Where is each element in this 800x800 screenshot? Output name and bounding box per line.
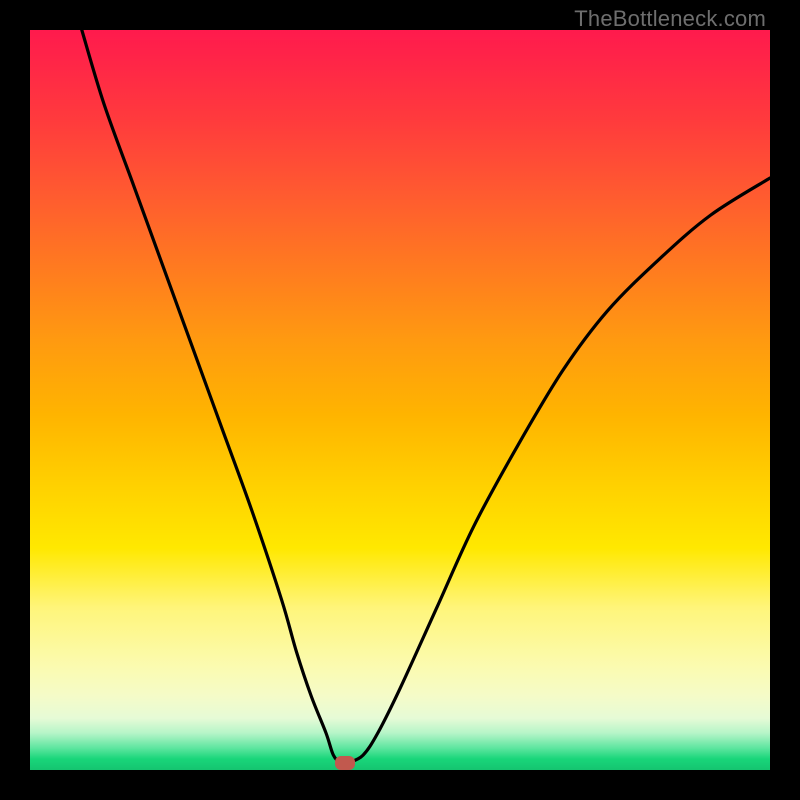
- bottleneck-curve: [82, 30, 770, 764]
- curve-svg: [30, 30, 770, 770]
- minimum-marker: [335, 756, 355, 770]
- watermark-text: TheBottleneck.com: [574, 6, 766, 32]
- chart-frame: TheBottleneck.com: [0, 0, 800, 800]
- plot-area: [30, 30, 770, 770]
